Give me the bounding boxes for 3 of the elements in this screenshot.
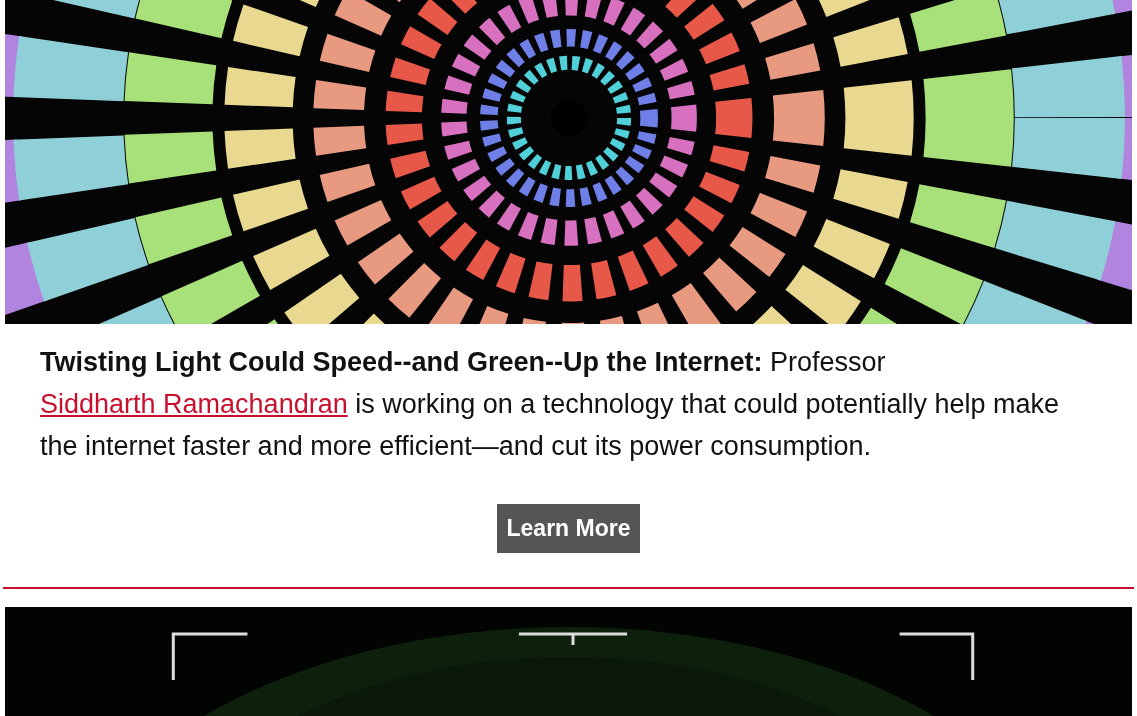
story-paragraph: Twisting Light Could Speed--and Green--Up the Internet: Professor Siddharth Ramachandran is working on a technology that could potentially help make the internet faster and more efficient—and cut its power consumption. xyxy=(39,346,1061,463)
name-link[interactable]: Siddharth Ramachandran xyxy=(40,389,348,419)
learn-more-button[interactable]: Learn More xyxy=(496,504,641,553)
